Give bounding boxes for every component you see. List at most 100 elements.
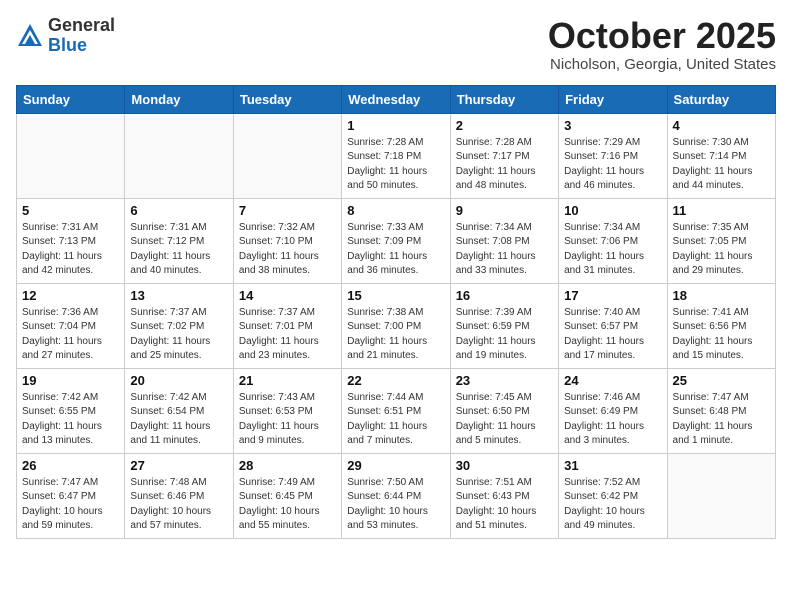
- calendar-cell: 31Sunrise: 7:52 AM Sunset: 6:42 PM Dayli…: [559, 453, 667, 538]
- calendar-cell: 6Sunrise: 7:31 AM Sunset: 7:12 PM Daylig…: [125, 198, 233, 283]
- calendar-cell: 24Sunrise: 7:46 AM Sunset: 6:49 PM Dayli…: [559, 368, 667, 453]
- calendar-cell: 1 Sunrise: 7:28 AM Sunset: 7:18 PM Daylig…: [342, 113, 450, 198]
- day-number: 2: [456, 118, 553, 133]
- calendar-cell: 16 Sunrise: 7:39 AM Sunset: 6:59 PM Dayli…: [450, 283, 558, 368]
- day-number: 21: [239, 373, 336, 388]
- day-info: Sunrise: 7:35 AM Sunset: 7:05 PM Dayligh…: [673, 221, 770, 279]
- day-number: 19: [22, 373, 119, 388]
- day-number: 16: [456, 288, 553, 303]
- day-number: 23: [456, 373, 553, 388]
- calendar-cell: [233, 113, 341, 198]
- day-info: Sunrise: 7:42 AM Sunset: 6:54 PM Dayligh…: [130, 391, 227, 449]
- day-number: 27: [130, 458, 227, 473]
- calendar-cell: 28 Sunrise: 7:49 AM Sunset: 6:45 PM Dayli…: [233, 453, 341, 538]
- logo: General Blue: [16, 16, 115, 56]
- day-info: Sunrise: 7:29 AM Sunset: 7:16 PM Dayligh…: [564, 136, 661, 194]
- calendar-cell: 13Sunrise: 7:37 AM Sunset: 7:02 PM Dayli…: [125, 283, 233, 368]
- day-number: 15: [347, 288, 444, 303]
- weekday-header-saturday: Saturday: [667, 85, 775, 113]
- day-number: 31: [564, 458, 661, 473]
- day-info: Sunrise: 7:45 AM Sunset: 6:50 PM Dayligh…: [456, 391, 553, 449]
- calendar-cell: 30 Sunrise: 7:51 AM Sunset: 6:43 PM Dayli…: [450, 453, 558, 538]
- day-number: 6: [130, 203, 227, 218]
- weekday-header-monday: Monday: [125, 85, 233, 113]
- weekday-header-sunday: Sunday: [17, 85, 125, 113]
- day-info: Sunrise: 7:28 AM Sunset: 7:17 PM Dayligh…: [456, 136, 553, 194]
- calendar-cell: 17Sunrise: 7:40 AM Sunset: 6:57 PM Dayli…: [559, 283, 667, 368]
- calendar-cell: 20 Sunrise: 7:42 AM Sunset: 6:54 PM Dayli…: [125, 368, 233, 453]
- calendar-cell: 22 Sunrise: 7:44 AM Sunset: 6:51 PM Dayli…: [342, 368, 450, 453]
- day-info: Sunrise: 7:46 AM Sunset: 6:49 PM Dayligh…: [564, 391, 661, 449]
- calendar-cell: 5 Sunrise: 7:31 AM Sunset: 7:13 PM Daylig…: [17, 198, 125, 283]
- day-info: Sunrise: 7:47 AM Sunset: 6:47 PM Dayligh…: [22, 476, 119, 534]
- day-number: 28: [239, 458, 336, 473]
- weekday-header-friday: Friday: [559, 85, 667, 113]
- calendar-week-row: 19 Sunrise: 7:42 AM Sunset: 6:55 PM Dayli…: [17, 368, 776, 453]
- logo-text: General Blue: [48, 16, 115, 56]
- day-info: Sunrise: 7:48 AM Sunset: 6:46 PM Dayligh…: [130, 476, 227, 534]
- day-info: Sunrise: 7:34 AM Sunset: 7:06 PM Dayligh…: [564, 221, 661, 279]
- calendar-cell: 11 Sunrise: 7:35 AM Sunset: 7:05 PM Dayli…: [667, 198, 775, 283]
- day-info: Sunrise: 7:39 AM Sunset: 6:59 PM Dayligh…: [456, 306, 553, 364]
- day-info: Sunrise: 7:43 AM Sunset: 6:53 PM Dayligh…: [239, 391, 336, 449]
- day-number: 1: [347, 118, 444, 133]
- day-number: 22: [347, 373, 444, 388]
- day-number: 8: [347, 203, 444, 218]
- day-info: Sunrise: 7:33 AM Sunset: 7:09 PM Dayligh…: [347, 221, 444, 279]
- day-info: Sunrise: 7:36 AM Sunset: 7:04 PM Dayligh…: [22, 306, 119, 364]
- day-number: 11: [673, 203, 770, 218]
- title-block: October 2025 Nicholson, Georgia, United …: [548, 16, 776, 73]
- weekday-header-tuesday: Tuesday: [233, 85, 341, 113]
- calendar-cell: 25 Sunrise: 7:47 AM Sunset: 6:48 PM Dayli…: [667, 368, 775, 453]
- day-number: 14: [239, 288, 336, 303]
- calendar-cell: 15 Sunrise: 7:38 AM Sunset: 7:00 PM Dayli…: [342, 283, 450, 368]
- day-number: 3: [564, 118, 661, 133]
- day-number: 12: [22, 288, 119, 303]
- calendar-week-row: 26 Sunrise: 7:47 AM Sunset: 6:47 PM Dayli…: [17, 453, 776, 538]
- calendar-cell: 12 Sunrise: 7:36 AM Sunset: 7:04 PM Dayli…: [17, 283, 125, 368]
- day-number: 29: [347, 458, 444, 473]
- calendar-cell: 26 Sunrise: 7:47 AM Sunset: 6:47 PM Dayli…: [17, 453, 125, 538]
- day-info: Sunrise: 7:28 AM Sunset: 7:18 PM Dayligh…: [347, 136, 444, 194]
- calendar-cell: 27 Sunrise: 7:48 AM Sunset: 6:46 PM Dayli…: [125, 453, 233, 538]
- day-number: 26: [22, 458, 119, 473]
- day-number: 30: [456, 458, 553, 473]
- calendar-cell: [667, 453, 775, 538]
- day-info: Sunrise: 7:49 AM Sunset: 6:45 PM Dayligh…: [239, 476, 336, 534]
- calendar-cell: 7Sunrise: 7:32 AM Sunset: 7:10 PM Daylig…: [233, 198, 341, 283]
- calendar-cell: 4Sunrise: 7:30 AM Sunset: 7:14 PM Daylig…: [667, 113, 775, 198]
- weekday-header-thursday: Thursday: [450, 85, 558, 113]
- weekday-header-wednesday: Wednesday: [342, 85, 450, 113]
- day-number: 7: [239, 203, 336, 218]
- header: General Blue October 2025 Nicholson, Geo…: [16, 16, 776, 73]
- calendar-week-row: 12 Sunrise: 7:36 AM Sunset: 7:04 PM Dayli…: [17, 283, 776, 368]
- calendar-cell: 23 Sunrise: 7:45 AM Sunset: 6:50 PM Dayli…: [450, 368, 558, 453]
- day-info: Sunrise: 7:44 AM Sunset: 6:51 PM Dayligh…: [347, 391, 444, 449]
- calendar-cell: 3 Sunrise: 7:29 AM Sunset: 7:16 PM Daylig…: [559, 113, 667, 198]
- calendar-cell: [125, 113, 233, 198]
- day-info: Sunrise: 7:30 AM Sunset: 7:14 PM Dayligh…: [673, 136, 770, 194]
- day-number: 5: [22, 203, 119, 218]
- day-info: Sunrise: 7:42 AM Sunset: 6:55 PM Dayligh…: [22, 391, 119, 449]
- day-info: Sunrise: 7:31 AM Sunset: 7:13 PM Dayligh…: [22, 221, 119, 279]
- day-number: 9: [456, 203, 553, 218]
- day-number: 25: [673, 373, 770, 388]
- calendar-week-row: 1 Sunrise: 7:28 AM Sunset: 7:18 PM Daylig…: [17, 113, 776, 198]
- day-info: Sunrise: 7:51 AM Sunset: 6:43 PM Dayligh…: [456, 476, 553, 534]
- calendar-cell: 19 Sunrise: 7:42 AM Sunset: 6:55 PM Dayli…: [17, 368, 125, 453]
- month-title: October 2025: [548, 16, 776, 56]
- day-info: Sunrise: 7:47 AM Sunset: 6:48 PM Dayligh…: [673, 391, 770, 449]
- day-info: Sunrise: 7:38 AM Sunset: 7:00 PM Dayligh…: [347, 306, 444, 364]
- calendar-week-row: 5 Sunrise: 7:31 AM Sunset: 7:13 PM Daylig…: [17, 198, 776, 283]
- calendar-cell: 21 Sunrise: 7:43 AM Sunset: 6:53 PM Dayli…: [233, 368, 341, 453]
- logo-blue: Blue: [48, 35, 87, 55]
- calendar-cell: [17, 113, 125, 198]
- day-info: Sunrise: 7:41 AM Sunset: 6:56 PM Dayligh…: [673, 306, 770, 364]
- day-number: 13: [130, 288, 227, 303]
- calendar-table: SundayMondayTuesdayWednesdayThursdayFrid…: [16, 85, 776, 539]
- day-info: Sunrise: 7:50 AM Sunset: 6:44 PM Dayligh…: [347, 476, 444, 534]
- calendar-cell: 9Sunrise: 7:34 AM Sunset: 7:08 PM Daylig…: [450, 198, 558, 283]
- day-number: 20: [130, 373, 227, 388]
- calendar-cell: 29 Sunrise: 7:50 AM Sunset: 6:44 PM Dayli…: [342, 453, 450, 538]
- weekday-header-row: SundayMondayTuesdayWednesdayThursdayFrid…: [17, 85, 776, 113]
